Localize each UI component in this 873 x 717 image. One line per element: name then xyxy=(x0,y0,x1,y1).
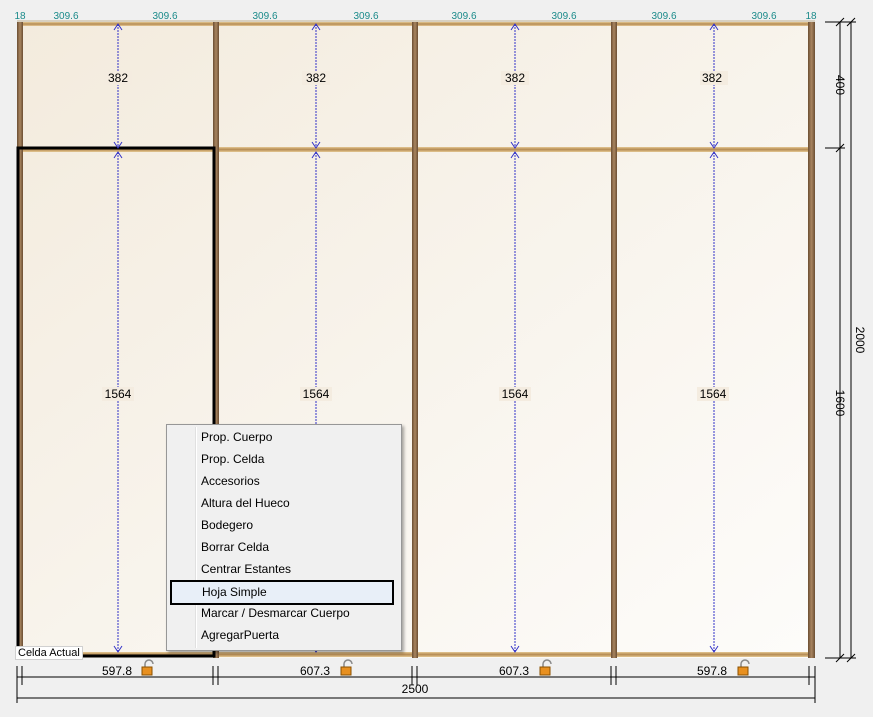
bottom-width-label: 607.3 xyxy=(300,664,330,678)
padlock-icon[interactable] xyxy=(141,659,154,676)
menu-item-label: Accesorios xyxy=(201,474,260,488)
menu-item-borrar-celda[interactable]: Borrar Celda xyxy=(169,537,399,558)
padlock-icon[interactable] xyxy=(737,659,750,676)
menu-item-agregar-puerta[interactable]: AgregarPuerta xyxy=(169,625,399,646)
upper-height-label: 382 xyxy=(505,71,525,85)
lower-height-label: 1564 xyxy=(303,387,330,401)
menu-item-marcar-cuerpo[interactable]: Marcar / Desmarcar Cuerpo xyxy=(169,603,399,624)
top-width-label: 309.6 xyxy=(451,11,476,22)
top-width-label: 309.6 xyxy=(252,11,277,22)
divider-2 xyxy=(412,22,418,658)
menu-item-prop-cuerpo[interactable]: Prop. Cuerpo xyxy=(169,427,399,448)
divider-3 xyxy=(611,22,617,658)
menu-item-label: Hoja Simple xyxy=(202,585,267,599)
lower-height-label: 1564 xyxy=(105,387,132,401)
right-lower-dimension: 1600 xyxy=(833,390,847,417)
lower-height-label: 1564 xyxy=(700,387,727,401)
upper-height-label: 382 xyxy=(702,71,722,85)
menu-item-hoja-simple[interactable]: Hoja Simple xyxy=(170,580,394,605)
bottom-width-label: 597.8 xyxy=(102,664,132,678)
right-dimensions xyxy=(825,17,856,663)
context-menu: Prop. Cuerpo Prop. Celda Accesorios Altu… xyxy=(166,424,402,651)
menu-item-bodegero[interactable]: Bodegero xyxy=(169,515,399,536)
bottom-width-label: 607.3 xyxy=(499,664,529,678)
menu-item-label: AgregarPuerta xyxy=(201,628,280,642)
menu-item-label: Altura del Hueco xyxy=(201,496,290,510)
top-width-label: 18 xyxy=(14,11,26,22)
right-total-dimension: 2000 xyxy=(853,327,867,354)
menu-item-label: Borrar Celda xyxy=(201,540,270,554)
wardrobe-canvas[interactable]: 382 382 382 382 1564 1564 1564 1564 18 3… xyxy=(0,0,873,717)
menu-item-accesorios[interactable]: Accesorios xyxy=(169,471,399,492)
top-width-label: 309.6 xyxy=(551,11,576,22)
menu-item-centrar-estantes[interactable]: Centrar Estantes xyxy=(169,559,399,580)
top-width-label: 309.6 xyxy=(53,11,78,22)
menu-item-prop-celda[interactable]: Prop. Celda xyxy=(169,449,399,470)
top-width-label: 18 xyxy=(805,11,817,22)
bottom-width-label: 597.8 xyxy=(697,664,727,678)
current-cell-label: Celda Actual xyxy=(15,646,83,660)
top-width-label: 309.6 xyxy=(651,11,676,22)
padlock-icon[interactable] xyxy=(539,659,552,676)
menu-item-label: Prop. Celda xyxy=(201,452,265,466)
lower-height-label: 1564 xyxy=(502,387,529,401)
padlock-icon[interactable] xyxy=(340,659,353,676)
menu-item-label: Marcar / Desmarcar Cuerpo xyxy=(201,606,350,620)
menu-item-label: Prop. Cuerpo xyxy=(201,430,273,444)
top-width-label: 309.6 xyxy=(152,11,177,22)
menu-item-label: Centrar Estantes xyxy=(201,562,292,576)
menu-item-altura-hueco[interactable]: Altura del Hueco xyxy=(169,493,399,514)
top-width-label: 309.6 xyxy=(751,11,776,22)
side-panel-right xyxy=(808,22,815,658)
total-width-label: 2500 xyxy=(402,682,429,696)
top-width-label: 309.6 xyxy=(353,11,378,22)
right-upper-dimension: 400 xyxy=(833,75,847,95)
menu-item-label: Bodegero xyxy=(201,518,254,532)
upper-height-label: 382 xyxy=(306,71,326,85)
upper-height-label: 382 xyxy=(108,71,128,85)
